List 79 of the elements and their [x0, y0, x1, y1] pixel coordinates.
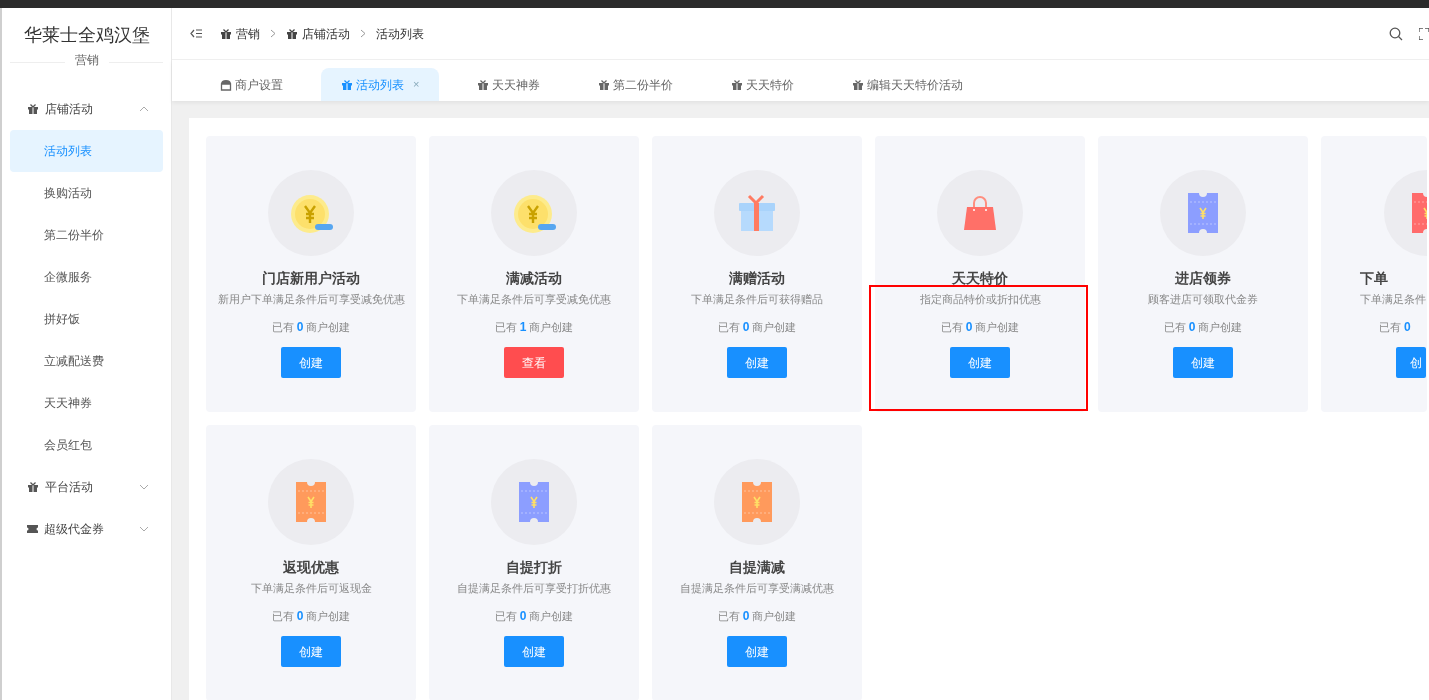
chevron-icon [139, 526, 149, 532]
view-button[interactable]: 查看 [504, 347, 564, 378]
creation-count: 已有 1 商户创建 [494, 319, 574, 335]
search-icon[interactable] [1389, 26, 1403, 41]
gift-icon [737, 194, 777, 232]
creation-count: 已有 0 商户创建 [271, 319, 351, 335]
create-button[interactable]: 创建 [727, 636, 787, 667]
card-description: 自提满足条件后可享受满减优惠 [680, 581, 834, 596]
creation-count: 已有 0 商户创建 [1163, 319, 1243, 335]
card-title: 返现优惠 [283, 558, 339, 577]
section-label: 营销 [73, 54, 100, 66]
create-button[interactable]: 创建 [504, 636, 564, 667]
breadcrumb-link[interactable]: 店铺活动 [302, 24, 350, 43]
chevron-icon [139, 484, 149, 490]
create-button[interactable]: 创建 [727, 347, 787, 378]
tab[interactable]: 编辑天天特价活动 [832, 68, 984, 101]
separator-icon [270, 29, 276, 38]
collapse-menu-icon[interactable] [190, 28, 202, 39]
coin-icon [288, 192, 334, 234]
card-description: 指定商品特价或折扣优惠 [919, 292, 1041, 307]
create-button[interactable]: 创建 [281, 636, 341, 667]
creation-count: 已有 0 商户创建 [271, 608, 351, 624]
gift-icon [477, 78, 490, 91]
card-description: 自提满足条件后可享受打折优惠 [457, 581, 611, 596]
menu-group[interactable]: 超级代金券 [2, 508, 171, 550]
logo-text: 华莱士全鸡汉堡 [22, 24, 151, 47]
gift-icon [27, 481, 39, 493]
creation-count: 已有 0 商户创建 [494, 608, 574, 624]
card-description: 下单满足条件后可享受减免优惠 [457, 292, 611, 307]
shopping-bag-icon [962, 195, 998, 231]
gift-icon [731, 78, 744, 91]
store-icon [220, 78, 232, 91]
sidebar-item[interactable]: 天天神券 [10, 382, 163, 424]
card-title: 天天特价 [952, 269, 1008, 288]
sidebar-item[interactable]: 会员红包 [10, 424, 163, 466]
create-button[interactable]: 创建 [1173, 347, 1233, 378]
fullscreen-icon[interactable] [1419, 27, 1429, 40]
ticket-icon [27, 524, 38, 534]
card-title: 门店新用户活动 [262, 269, 360, 288]
card-description: 下单满足条件后可返现金 [250, 581, 372, 596]
breadcrumb-link[interactable]: 营销 [236, 24, 260, 43]
create-button[interactable]: 创建 [281, 347, 341, 378]
gift-icon [220, 27, 232, 40]
chevron-icon [139, 106, 149, 112]
card-description: 下单满足条件后可获得赠品 [691, 292, 823, 307]
card-title: 进店领券 [1175, 269, 1231, 288]
tab[interactable]: 第二份半价 [578, 68, 694, 101]
tab[interactable]: 天天特价 [711, 68, 815, 101]
coin-icon [511, 192, 557, 234]
gift-icon [286, 27, 298, 40]
tab[interactable]: 商户设置 [200, 68, 303, 101]
card-title: 自提满减 [729, 558, 785, 577]
menu-group[interactable]: 平台活动 [2, 466, 171, 508]
card-title: 自提打折 [506, 558, 562, 577]
gift-icon [341, 78, 353, 91]
card-description: 顾客进店可领取代金券 [1148, 292, 1258, 307]
breadcrumb-current: 活动列表 [376, 25, 424, 43]
tab[interactable]: 天天神券 [457, 68, 561, 101]
card-title: 下单 [1360, 269, 1388, 288]
create-button[interactable]: 创建 [950, 347, 1010, 378]
gift-icon [598, 78, 611, 91]
card-description: 新用户下单满足条件后可享受减免优惠 [217, 292, 405, 307]
menu-group[interactable]: 店铺活动 [2, 88, 171, 130]
sidebar-item[interactable]: 企微服务 [10, 256, 163, 298]
card-description: 下单满足条件 [1360, 292, 1426, 307]
card-title: 满减活动 [506, 269, 562, 288]
create-button[interactable]: 创 [1396, 347, 1426, 378]
creation-count: 已有 0 [1379, 319, 1411, 335]
sidebar-item[interactable]: 第二份半价 [10, 214, 163, 256]
creation-count: 已有 0 商户创建 [717, 608, 797, 624]
separator-icon [360, 29, 366, 38]
card-title: 满赠活动 [729, 269, 785, 288]
gift-icon [27, 103, 39, 115]
sidebar-item[interactable]: 换购活动 [10, 172, 163, 214]
sidebar-item[interactable]: 拼好饭 [10, 298, 163, 340]
creation-count: 已有 0 商户创建 [717, 319, 797, 335]
sidebar-item[interactable]: 立减配送费 [10, 340, 163, 382]
gift-icon [852, 78, 865, 91]
creation-count: 已有 0 商户创建 [940, 319, 1020, 335]
